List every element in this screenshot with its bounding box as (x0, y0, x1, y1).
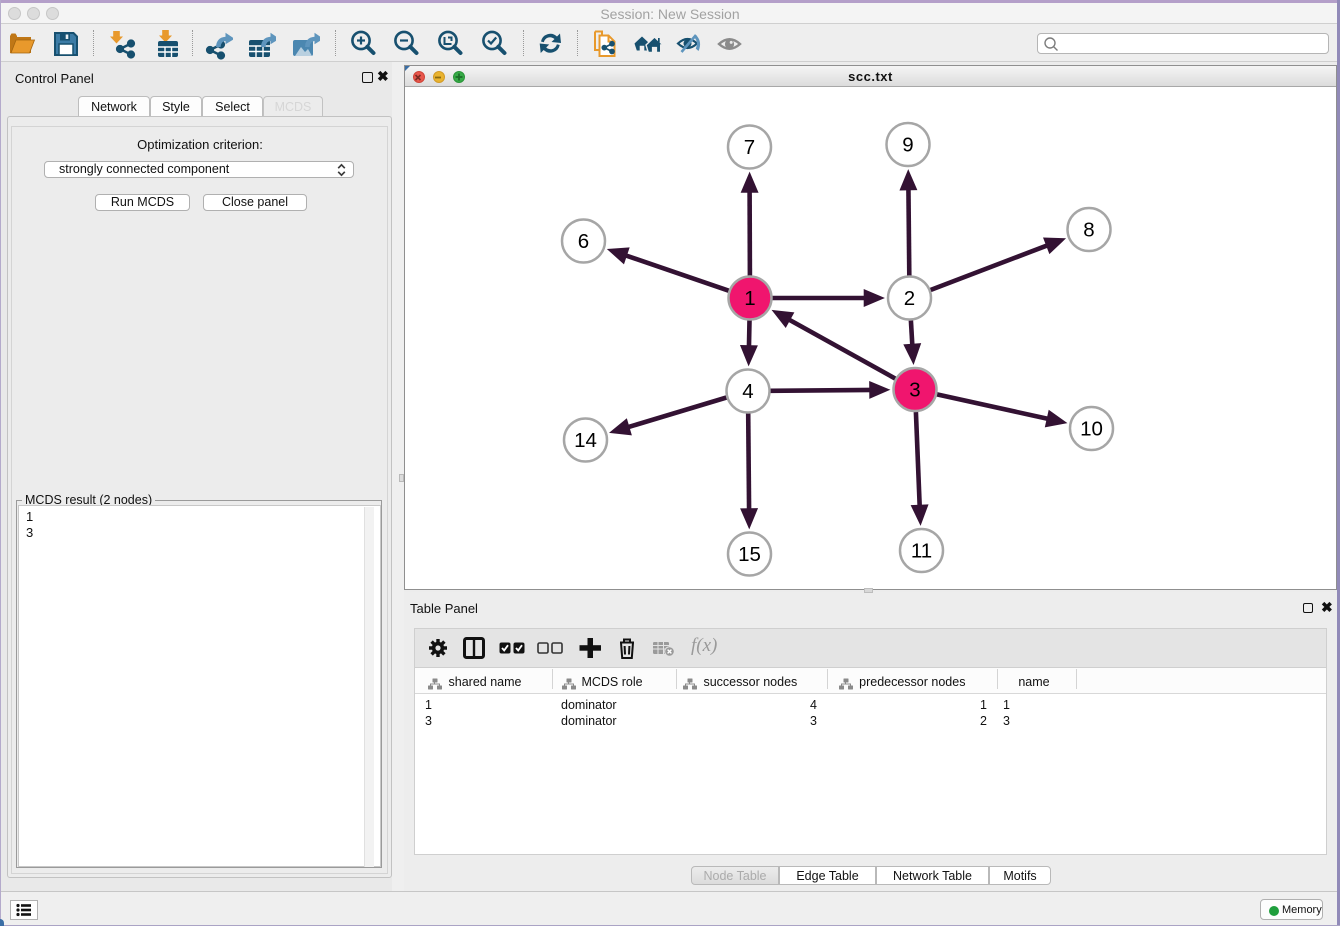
svg-text:2: 2 (904, 287, 915, 310)
svg-text:15: 15 (738, 543, 761, 566)
svg-text:11: 11 (911, 540, 932, 563)
svg-text:9: 9 (902, 134, 913, 157)
svg-text:10: 10 (1080, 418, 1103, 441)
svg-text:7: 7 (744, 136, 755, 159)
svg-text:14: 14 (574, 429, 597, 452)
svg-text:1: 1 (744, 287, 755, 310)
svg-text:4: 4 (742, 380, 753, 403)
svg-text:3: 3 (909, 379, 920, 402)
svg-text:6: 6 (578, 230, 589, 253)
svg-text:8: 8 (1083, 219, 1094, 242)
